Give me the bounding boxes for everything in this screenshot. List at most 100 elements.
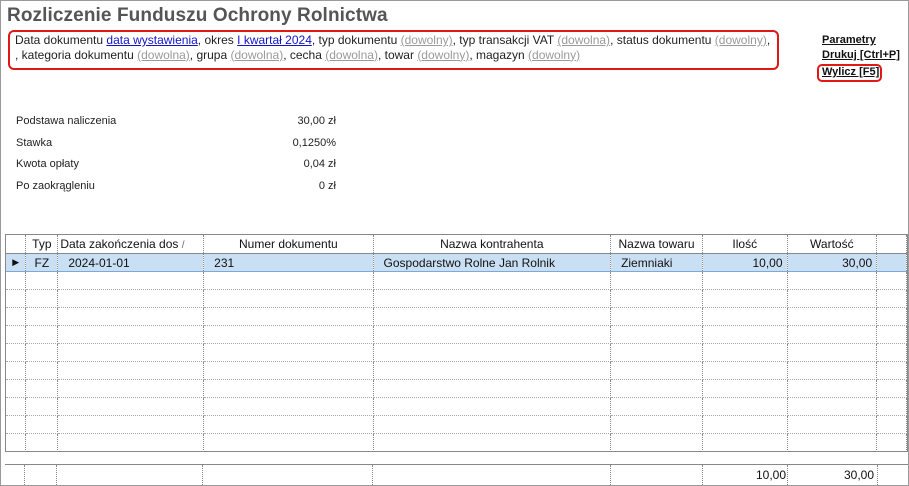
row-indicator-icon: ▶ [6,253,27,272]
summary-value: 0,1250% [292,136,336,149]
empty-cell [373,415,612,434]
filter-cecha-link[interactable]: (dowolna) [325,48,378,62]
filter-okres-link[interactable]: I kwartał 2024 [237,33,312,47]
empty-cell [610,433,703,451]
empty-row [6,415,907,434]
cell-kontrahent[interactable]: Gospodarstwo Rolne Jan Rolnik [373,253,612,272]
empty-row [6,325,907,344]
documents-table: Typ Data zakończenia dos / Numer dokumen… [6,235,907,451]
header-data[interactable]: Data zakończenia dos / [57,235,205,254]
empty-row [6,433,907,451]
drukuj-link[interactable]: Drukuj [Ctrl+P] [822,49,900,61]
empty-cell [610,361,703,380]
filter-status-link[interactable]: (dowolny) [715,33,767,47]
empty-cell [876,289,907,308]
header-spacer [876,235,907,254]
cell-numer[interactable]: 231 [203,253,374,272]
empty-cell [787,289,878,308]
header-kontrahent[interactable]: Nazwa kontrahenta [373,235,612,254]
empty-cell [702,379,788,398]
empty-row [6,379,907,398]
cell-towar[interactable]: Ziemniaki [610,253,703,272]
empty-cell [57,361,205,380]
header-ilosc[interactable]: Ilość [702,235,788,254]
empty-cell [610,379,703,398]
empty-row [6,361,907,380]
table-row[interactable]: ▶ FZ 2024-01-01 231 Gospodarstwo Rolne J… [6,253,907,272]
empty-cell [57,325,205,344]
filter-towar-link[interactable]: (dowolny) [417,48,469,62]
filter-cecha-label: , cecha [283,47,322,62]
parametry-link[interactable]: Parametry [822,34,876,46]
header-typ[interactable]: Typ [25,235,59,254]
empty-row [6,307,907,326]
empty-cell [6,361,27,380]
empty-cell [203,397,374,416]
empty-cell [6,415,27,434]
empty-cell [6,325,27,344]
empty-cell [6,289,27,308]
header-wartosc[interactable]: Wartość [787,235,878,254]
table-header-row: Typ Data zakończenia dos / Numer dokumen… [6,235,907,254]
filter-kategoria-link[interactable]: (dowolna) [137,48,190,62]
cell-typ[interactable]: FZ [25,253,59,272]
cell-spacer [876,253,907,272]
filter-typ-transakcji-link[interactable]: (dowolna) [557,33,610,47]
summary-row: Podstawa naliczenia 30,00 zł [16,115,336,137]
empty-cell [57,433,205,451]
filter-typ-dokumentu-link[interactable]: (dowolny) [401,33,453,47]
empty-cell [610,271,703,290]
header-numer[interactable]: Numer dokumentu [203,235,374,254]
cell-data[interactable]: 2024-01-01 [57,253,205,272]
empty-cell [6,433,27,451]
empty-cell [610,397,703,416]
empty-cell [25,271,59,290]
empty-row [6,343,907,362]
filter-status-label: , status dokumentu [610,33,712,47]
empty-cell [373,271,612,290]
empty-cell [373,307,612,326]
empty-cell [787,379,878,398]
filter-magazyn-link[interactable]: (dowolny) [528,48,580,62]
empty-cell [787,397,878,416]
empty-cell [876,397,907,416]
empty-cell [876,271,907,290]
footer-cell [611,465,703,485]
header-towar[interactable]: Nazwa towaru [610,235,703,254]
empty-cell [610,307,703,326]
empty-cell [203,379,374,398]
empty-cell [610,289,703,308]
empty-cell [203,307,374,326]
cell-ilosc[interactable]: 10,00 [702,253,788,272]
empty-cell [25,433,59,451]
summary-label: Kwota opłaty [16,158,79,170]
empty-cell [373,325,612,344]
footer-cell [373,465,611,485]
empty-cell [702,361,788,380]
empty-cell [6,271,27,290]
cell-wartosc[interactable]: 30,00 [787,253,878,272]
empty-cell [57,289,205,308]
summary-label: Po zaokrągleniu [16,179,95,192]
filter-typ-dokumentu-label: , typ dokumentu [311,33,398,47]
documents-grid[interactable]: Typ Data zakończenia dos / Numer dokumen… [5,234,908,452]
filter-data-dokumentu-link[interactable]: data wystawienia [106,33,197,47]
summary-value: 30,00 zł [297,115,336,127]
empty-row [6,289,907,308]
empty-cell [787,415,878,434]
header-indicator [6,235,27,254]
empty-cell [25,361,59,380]
header-data-label: Data zakończenia dos [60,237,179,251]
empty-cell [25,343,59,362]
empty-cell [876,433,907,451]
empty-cell [610,343,703,362]
empty-cell [203,343,374,362]
totals-footer: 10,00 30,00 [5,464,908,485]
empty-cell [702,433,788,451]
empty-cell [702,343,788,362]
empty-cell [876,325,907,344]
filter-grupa-link[interactable]: (dowolna) [231,48,284,62]
empty-cell [57,415,205,434]
empty-cell [203,415,374,434]
empty-cell [702,325,788,344]
